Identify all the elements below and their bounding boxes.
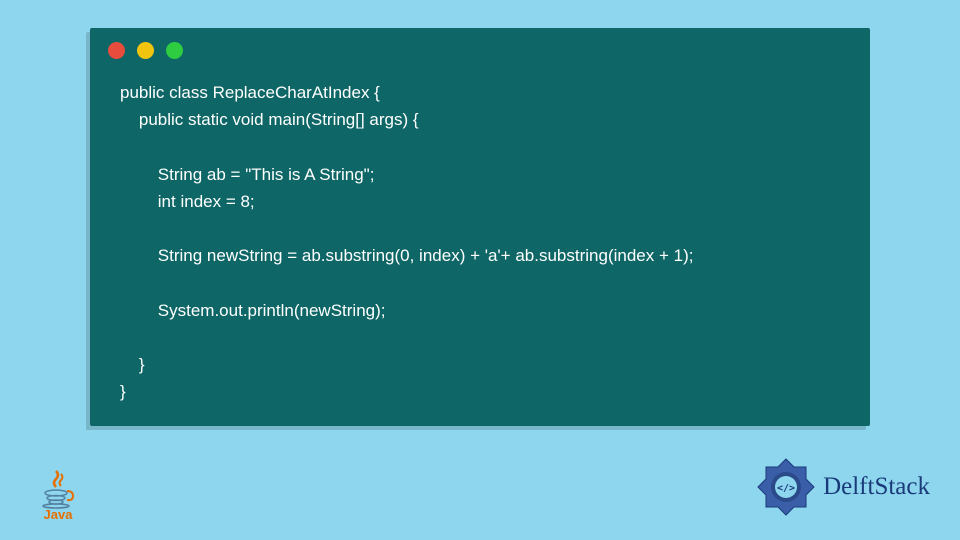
close-icon bbox=[108, 42, 125, 59]
code-block: public class ReplaceCharAtIndex { public… bbox=[90, 59, 870, 425]
java-cup-icon bbox=[38, 469, 78, 509]
code-line: int index = 8; bbox=[120, 192, 255, 211]
code-line: } bbox=[120, 355, 145, 374]
window-controls bbox=[90, 28, 870, 59]
code-line: System.out.println(newString); bbox=[120, 301, 385, 320]
java-label: Java bbox=[44, 507, 73, 522]
maximize-icon bbox=[166, 42, 183, 59]
delftstack-logo: </> DelftStack bbox=[755, 456, 930, 518]
code-line: String ab = "This is A String"; bbox=[120, 165, 374, 184]
delftstack-label: DelftStack bbox=[823, 473, 930, 501]
code-line: } bbox=[120, 382, 126, 401]
code-window: public class ReplaceCharAtIndex { public… bbox=[90, 28, 870, 426]
minimize-icon bbox=[137, 42, 154, 59]
java-logo: Java bbox=[38, 469, 78, 522]
code-line: public class ReplaceCharAtIndex { bbox=[120, 83, 380, 102]
code-line: String newString = ab.substring(0, index… bbox=[120, 246, 693, 265]
code-line: public static void main(String[] args) { bbox=[120, 110, 419, 129]
svg-text:</>: </> bbox=[777, 483, 795, 494]
delftstack-badge-icon: </> bbox=[755, 456, 817, 518]
